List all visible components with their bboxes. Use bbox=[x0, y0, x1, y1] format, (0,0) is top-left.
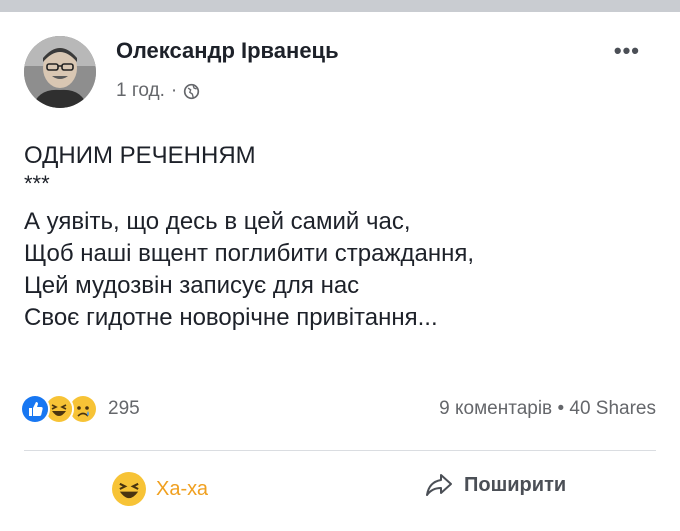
like-icon bbox=[20, 394, 50, 424]
haha-icon bbox=[112, 472, 146, 506]
share-arrow-icon bbox=[426, 474, 452, 496]
globe-icon bbox=[184, 83, 200, 99]
post-time[interactable]: 1 год. bbox=[116, 80, 165, 102]
author-name[interactable]: Олександр Ірванець bbox=[116, 38, 339, 64]
share-button[interactable]: Поширити bbox=[424, 472, 566, 498]
haha-label: Ха-ха bbox=[156, 477, 209, 500]
reaction-count: 295 bbox=[108, 398, 140, 419]
poem-line: Своє гидотне новорічне привітання... bbox=[24, 304, 438, 331]
post-meta: 1 год. · bbox=[116, 80, 200, 102]
haha-reaction-button[interactable]: Ха-ха bbox=[112, 472, 208, 506]
meta-separator: · bbox=[170, 80, 178, 101]
profile-photo bbox=[24, 36, 96, 108]
post-heading: ОДНИМ РЕЧЕННЯМ bbox=[24, 142, 256, 169]
reactions-summary[interactable]: 295 bbox=[20, 394, 140, 424]
more-options-button[interactable]: ••• bbox=[614, 38, 640, 64]
post-stats: 9 коментарів • 40 Shares bbox=[439, 398, 656, 420]
post-stars: *** bbox=[24, 171, 50, 196]
top-divider-bar bbox=[0, 0, 680, 12]
post-body: ОДНИМ РЕЧЕННЯМ *** А уявіть, що десь в ц… bbox=[24, 140, 664, 334]
poem-line: А уявіть, що десь в цей самий час, bbox=[24, 208, 411, 235]
poem-line: Щоб наші вщент поглибити страждання, bbox=[24, 240, 475, 267]
stats-separator: • bbox=[557, 398, 565, 419]
share-label: Поширити bbox=[464, 473, 567, 496]
shares-link[interactable]: 40 Shares bbox=[569, 398, 656, 419]
poem-line: Цей мудозвін записує для нас bbox=[24, 272, 360, 299]
avatar[interactable] bbox=[24, 36, 96, 108]
actions-divider bbox=[24, 450, 656, 451]
comments-link[interactable]: 9 коментарів bbox=[439, 398, 552, 419]
